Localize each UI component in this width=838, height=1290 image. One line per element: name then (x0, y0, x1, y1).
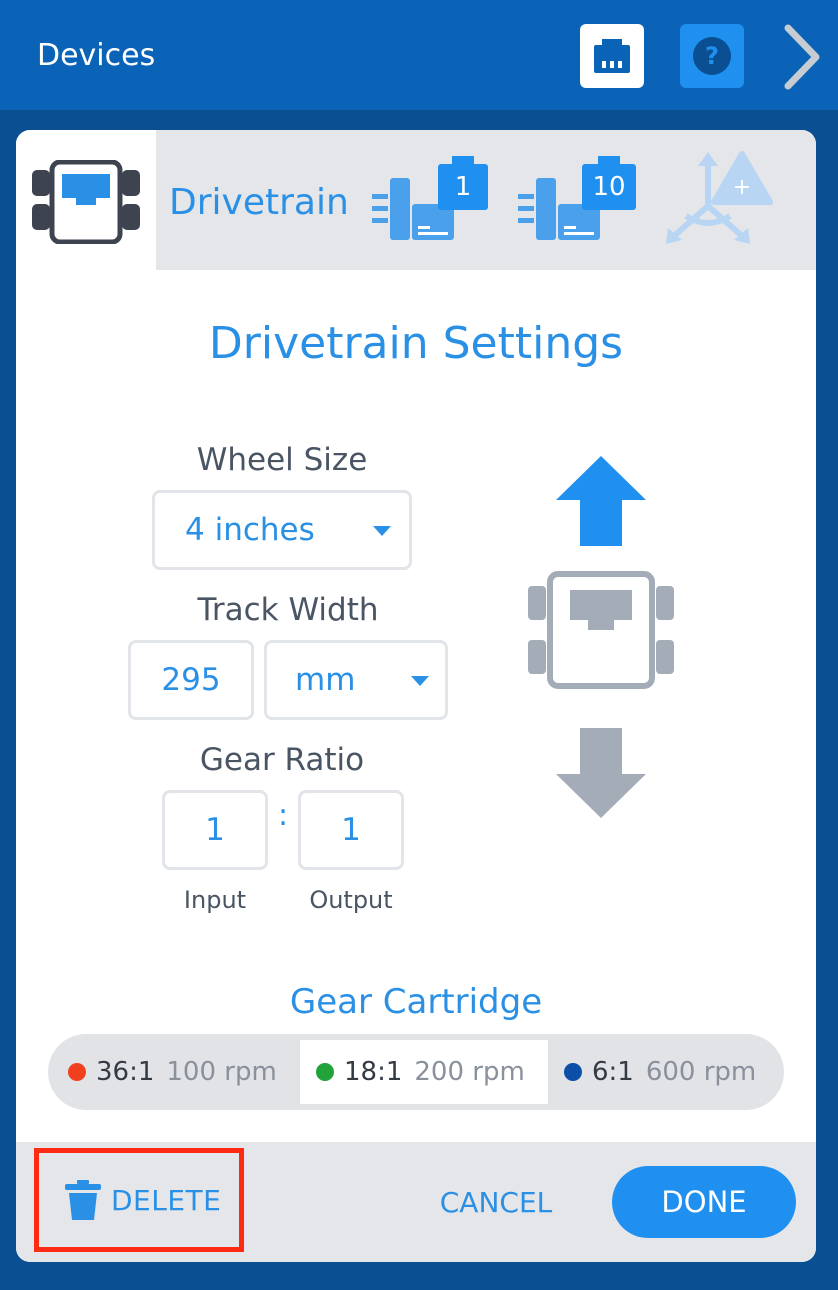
cartridge-color-dot (68, 1063, 86, 1081)
tab-motor-10[interactable]: 10 (518, 154, 638, 246)
port-button[interactable] (580, 24, 644, 88)
wheel-size-select[interactable]: 4 inches (152, 490, 412, 570)
cartridge-option-18-1[interactable]: 18:1 200 rpm (300, 1040, 548, 1104)
gyro-add-icon: + (666, 151, 773, 244)
tab-add-gyro[interactable]: + (664, 150, 774, 250)
tab-motor-1[interactable]: 1 (372, 154, 492, 246)
svg-text:?: ? (705, 42, 719, 70)
cartridge-option-36-1[interactable]: 36:1 100 rpm (68, 1040, 298, 1104)
wheel-size-value: 4 inches (185, 512, 315, 548)
forward-arrow-icon[interactable] (556, 456, 646, 546)
motor-port-badge: 1 (438, 156, 488, 210)
tab-drivetrain-icon[interactable] (16, 130, 156, 270)
tab-drivetrain[interactable]: Drivetrain (169, 182, 349, 223)
cartridge-color-dot (564, 1063, 582, 1081)
gear-ratio-input[interactable]: 1 (162, 790, 268, 870)
delete-label: DELETE (111, 1183, 222, 1217)
track-width-value: 295 (161, 662, 221, 698)
svg-text:+: + (733, 175, 751, 200)
track-width-unit: mm (295, 662, 356, 698)
cancel-button[interactable]: CANCEL (426, 1178, 566, 1228)
done-button[interactable]: DONE (612, 1166, 796, 1238)
device-tabs: Drivetrain 1 10 + (16, 130, 816, 270)
gear-ratio-separator: : (277, 798, 289, 833)
cartridge-color-dot (316, 1063, 334, 1081)
gear-ratio-output-value: 1 (341, 812, 361, 848)
help-button[interactable]: ? (680, 24, 744, 88)
gear-ratio-output[interactable]: 1 (298, 790, 404, 870)
help-icon: ? (693, 37, 731, 75)
cartridge-option-6-1[interactable]: 6:1 600 rpm (564, 1040, 774, 1104)
motor-port-badge: 10 (582, 156, 636, 210)
robot-icon (528, 571, 674, 689)
chevron-right-icon[interactable] (776, 22, 826, 92)
dialog-footer: DELETE CANCEL DONE (16, 1142, 816, 1262)
reverse-arrow-icon[interactable] (556, 728, 646, 818)
gear-ratio-input-value: 1 (205, 812, 225, 848)
port-icon (594, 39, 630, 73)
header-bar: Devices ? (0, 0, 838, 110)
header-title: Devices (37, 38, 156, 73)
chevron-down-icon (411, 676, 429, 686)
delete-button[interactable]: DELETE (34, 1148, 244, 1252)
device-panel: Drivetrain 1 10 + Drivetrain Settings Wh… (16, 130, 816, 1262)
gear-cartridge-selector: 36:1 100 rpm 18:1 200 rpm 6:1 600 rpm (48, 1034, 784, 1110)
gear-ratio-label: Gear Ratio (199, 742, 365, 778)
trash-icon (65, 1180, 101, 1220)
track-width-input[interactable]: 295 (128, 640, 254, 720)
drivetrain-icon (32, 160, 140, 244)
gear-ratio-output-label: Output (309, 886, 393, 914)
chevron-down-icon (373, 526, 391, 536)
wheel-size-label: Wheel Size (196, 442, 368, 478)
track-width-label: Track Width (197, 592, 379, 628)
gear-cartridge-title: Gear Cartridge (289, 982, 543, 1022)
gear-ratio-input-label: Input (183, 886, 247, 914)
track-width-unit-select[interactable]: mm (264, 640, 448, 720)
settings-title: Drivetrain Settings (208, 318, 624, 369)
